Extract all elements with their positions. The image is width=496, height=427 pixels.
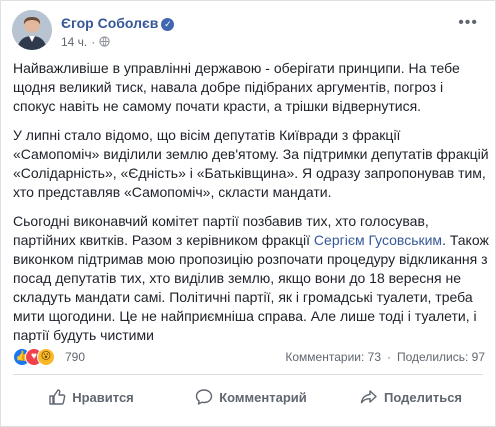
post-timestamp[interactable]: 14 ч.: [61, 35, 87, 49]
engagement-counts: Комментарии: 73 · Поделились: 97: [285, 350, 485, 364]
text-line: щодня великий тиск, навала добре підібра…: [13, 79, 444, 95]
globe-icon: [99, 35, 110, 49]
share-label: Поделиться: [383, 389, 463, 405]
post-actions: Нравится Комментарий Поделиться: [13, 379, 483, 415]
author-name-text[interactable]: Єгор Соболєв: [61, 15, 158, 31]
text-line: хто представляв «Самопоміч», скласти ман…: [13, 184, 332, 200]
share-button[interactable]: Поделиться: [333, 379, 489, 415]
text-fragment: партійних квитків. Разом з керівником фр…: [13, 232, 314, 248]
text-line: виконком підтримав мою пропозицію розпоч…: [13, 251, 488, 267]
share-icon: [360, 390, 377, 404]
text-line: мити щогодини. Це не найприємніша справа…: [13, 308, 477, 324]
author-avatar[interactable]: [12, 10, 52, 50]
text-line: У липні стало відомо, що вісім депутатів…: [13, 127, 401, 143]
comment-button[interactable]: Комментарий: [173, 379, 329, 415]
text-line: Сьогодні виконавчий комітет партії позба…: [13, 213, 429, 229]
actions-divider: [13, 374, 483, 375]
wow-reaction-icon: 😮: [37, 348, 55, 366]
comment-label: Комментарий: [219, 389, 307, 405]
paragraph-1: Найважливіше в управлінні державою - обе…: [13, 59, 460, 116]
text-line: партії будуть чистими: [13, 327, 154, 343]
author-name[interactable]: Єгор Соболєв ✓: [61, 15, 175, 31]
paragraph-3: Сьогодні виконавчий комітет партії позба…: [13, 212, 489, 345]
text-line: спокус навіть не самому почати красти, а…: [13, 98, 422, 114]
like-button[interactable]: Нравится: [13, 379, 169, 415]
text-line: посад депутатів тих, хто виділив землю, …: [13, 270, 462, 286]
comments-count[interactable]: Комментарии: 73: [285, 350, 381, 364]
thumbs-up-icon: [49, 389, 66, 405]
text-line: партійних квитків. Разом з керівником фр…: [13, 231, 489, 250]
post-header: Єгор Соболєв ✓ 14 ч. · •••: [12, 10, 482, 54]
counts-separator: ·: [387, 350, 391, 364]
text-line: Найважливіше в управлінні державою - обе…: [13, 60, 460, 76]
text-line: «Самопоміч» виділили землю дев'ятому. За…: [13, 146, 489, 162]
meta-separator: ·: [91, 35, 96, 49]
paragraph-2: У липні стало відомо, що вісім депутатів…: [13, 126, 489, 202]
reactions-count[interactable]: 790: [65, 350, 85, 364]
post-card: Єгор Соболєв ✓ 14 ч. · ••• Найважливіше в …: [0, 0, 496, 427]
like-label: Нравится: [72, 389, 134, 405]
mention-link[interactable]: Сергієм Гусовським: [314, 232, 442, 248]
comment-icon: [196, 389, 213, 405]
post-stats: 👍 ♥ 😮 790 Комментарии: 73 · Поделились: 97: [13, 348, 485, 368]
text-line: «Солідарність», «Єдність» і «Батьківщина…: [13, 165, 486, 181]
shares-count[interactable]: Поделились: 97: [397, 350, 485, 364]
post-meta: 14 ч. ·: [61, 35, 110, 49]
verified-badge-icon: ✓: [161, 18, 175, 31]
text-line: складуть мандати самі. Політичні партії,…: [13, 289, 473, 305]
more-options-icon[interactable]: •••: [458, 14, 478, 32]
text-fragment: . Також: [442, 232, 489, 248]
